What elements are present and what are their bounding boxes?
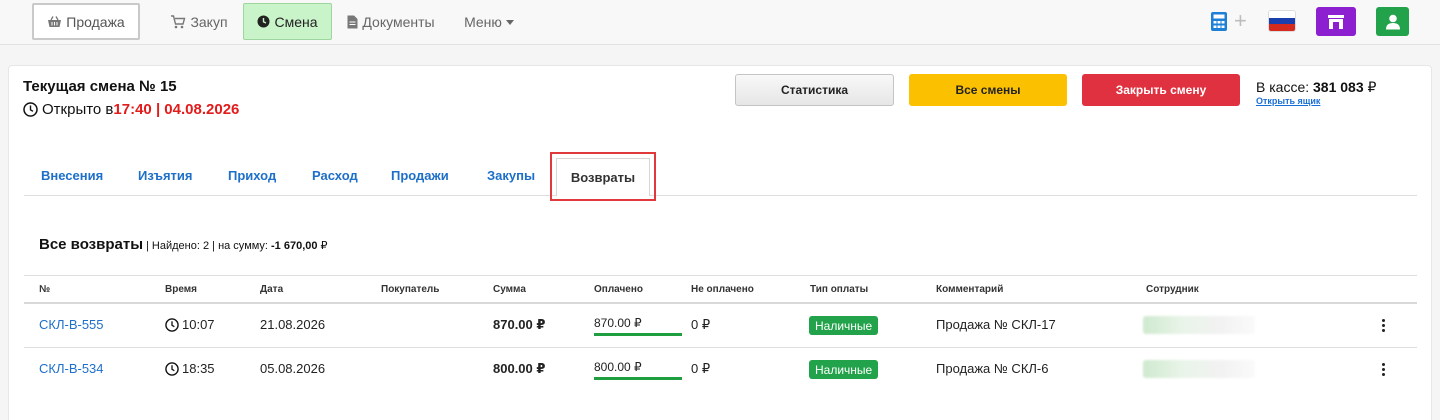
add-plus-icon[interactable]: + — [1234, 6, 1247, 36]
user-profile-button[interactable] — [1376, 7, 1409, 36]
row-time-text: 18:35 — [182, 361, 215, 376]
tab-expense[interactable]: Расход — [312, 168, 358, 183]
tab-income[interactable]: Приход — [228, 168, 276, 183]
row-time: 18:35 — [165, 361, 215, 376]
tab-returns[interactable]: Возвраты — [556, 157, 650, 196]
summary-found: | Найдено: 2 | на сумму: — [146, 240, 268, 252]
nav-sale-button[interactable]: Продажа — [32, 3, 140, 40]
row-comment: Продажа № СКЛ-17 — [936, 317, 1056, 332]
summary-currency: ₽ — [320, 240, 328, 252]
col-customer: Покупатель — [381, 284, 440, 295]
row-divider — [24, 347, 1417, 348]
open-drawer-link[interactable]: Открыть ящик — [1256, 96, 1320, 106]
employee-name-blurred — [1143, 360, 1255, 378]
row-sum: 870.00 ₽ — [493, 317, 546, 332]
clock-icon — [165, 317, 179, 332]
shift-title: Текущая смена № 15 — [23, 78, 177, 95]
cash-amount: 381 083 — [1313, 79, 1364, 95]
nav-menu-dropdown[interactable]: Меню — [463, 3, 515, 40]
row-unpaid: 0 ₽ — [691, 361, 711, 376]
cash-currency: ₽ — [1367, 79, 1377, 95]
basket-icon — [48, 15, 62, 27]
col-unpaid: Не оплачено — [691, 284, 754, 295]
nav-shift-label: Смена — [274, 13, 318, 30]
shop-button[interactable] — [1316, 7, 1356, 36]
table-top-border — [24, 275, 1417, 276]
caret-down-icon — [505, 19, 514, 25]
tabs-divider — [24, 195, 1417, 196]
cash-balance: В кассе: 381 083 ₽ — [1256, 79, 1376, 96]
col-employee: Сотрудник — [1146, 284, 1199, 295]
row-time-text: 10:07 — [182, 317, 215, 332]
nav-documents-label: Документы — [362, 13, 435, 30]
all-shifts-button[interactable]: Все смены — [909, 74, 1067, 106]
close-shift-button[interactable]: Закрыть смену — [1082, 74, 1240, 106]
shop-icon — [1328, 14, 1344, 29]
col-comment: Комментарий — [936, 284, 1004, 295]
row-comment: Продажа № СКЛ-6 — [936, 361, 1049, 376]
kebab-icon[interactable] — [1382, 363, 1386, 376]
col-paid: Оплачено — [594, 284, 643, 295]
nav-purchase-button[interactable]: Закуп — [170, 3, 228, 40]
row-date: 05.08.2026 — [260, 361, 326, 376]
document-icon — [347, 15, 358, 28]
payment-type-badge: Наличные — [809, 360, 879, 379]
russia-flag-icon[interactable] — [1268, 10, 1296, 32]
tab-deposits[interactable]: Внесения — [41, 168, 103, 183]
tab-returns-highlight: Возвраты — [550, 152, 656, 201]
shift-opened-info: Открыто в 17:40 | 04.08.2026 — [23, 101, 239, 118]
table-header-border — [24, 302, 1417, 304]
shift-opened-time: 17:40 | 04.08.2026 — [113, 101, 240, 118]
kebab-icon[interactable] — [1382, 319, 1386, 332]
row-time: 10:07 — [165, 317, 215, 332]
nav-shift-button[interactable]: Смена — [243, 3, 332, 40]
clock-icon — [257, 15, 270, 28]
clock-icon — [165, 361, 179, 376]
summary-title: Все возвраты — [39, 236, 144, 253]
statistics-button[interactable]: Статистика — [735, 74, 894, 106]
payment-type-badge: Наличные — [809, 316, 879, 335]
summary-amount: -1 670,00 — [271, 240, 318, 252]
cash-label: В кассе: — [1256, 79, 1310, 95]
nav-menu-label: Меню — [464, 13, 502, 30]
return-id-link[interactable]: СКЛ-В-534 — [39, 361, 104, 376]
returns-summary: Все возвраты | Найдено: 2 | на сумму: -1… — [39, 236, 327, 253]
cart-icon — [171, 14, 186, 28]
col-time: Время — [165, 284, 197, 295]
tab-sales[interactable]: Продажи — [391, 168, 449, 183]
return-id-link[interactable]: СКЛ-В-555 — [39, 317, 104, 332]
calculator-icon[interactable] — [1211, 12, 1227, 31]
tab-withdrawals[interactable]: Изъятия — [138, 168, 193, 183]
col-date: Дата — [260, 284, 284, 295]
row-sum: 800.00 ₽ — [493, 361, 546, 376]
nav-sale-label: Продажа — [66, 13, 125, 30]
employee-name-blurred — [1143, 316, 1255, 334]
col-sum: Сумма — [493, 284, 526, 295]
nav-documents-button[interactable]: Документы — [346, 3, 436, 40]
nav-purchase-label: Закуп — [190, 13, 228, 30]
row-unpaid: 0 ₽ — [691, 317, 711, 332]
row-date: 21.08.2026 — [260, 317, 326, 332]
tab-purchases[interactable]: Закупы — [487, 168, 535, 183]
row-paid: 800.00 ₽ — [594, 359, 682, 380]
col-payment-type: Тип оплаты — [810, 284, 869, 295]
top-nav: Продажа Закуп Смена Документы Меню + — [0, 0, 1440, 45]
clock-icon — [23, 102, 38, 117]
shift-opened-prefix: Открыто в — [42, 101, 114, 118]
row-paid: 870.00 ₽ — [594, 315, 682, 336]
user-icon — [1385, 14, 1400, 29]
col-number: № — [39, 284, 51, 295]
